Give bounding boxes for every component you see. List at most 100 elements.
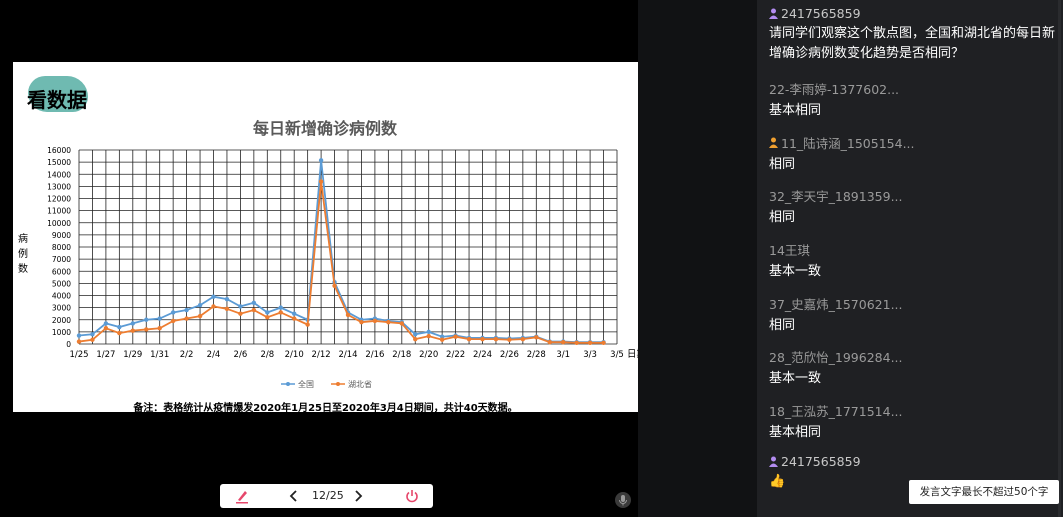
chat-sender: 37_史嘉炜_1570621... — [769, 294, 1059, 313]
legend-label: 湖北省 — [348, 379, 372, 389]
data-point — [507, 337, 512, 342]
data-point — [265, 315, 270, 320]
y-axis-label: 数 — [18, 262, 28, 275]
data-point — [332, 283, 337, 288]
data-point — [292, 316, 297, 321]
data-point — [466, 336, 472, 342]
chat-text: 相同 — [769, 157, 796, 172]
chat-message: 2417565859 请同学们观察这个散点图，全国和湖北省的每日新增确诊病例数变化… — [769, 6, 1059, 64]
y-axis-label: 例 — [18, 247, 28, 260]
data-point — [426, 333, 431, 339]
y-tick-label: 11000 — [47, 207, 71, 216]
chat-message: 14王琪基本一致 — [769, 240, 1059, 282]
x-tick-label: 1/29 — [123, 350, 142, 360]
data-point — [117, 324, 122, 330]
y-tick-label: 2000 — [52, 316, 71, 325]
chat-message: 37_史嘉炜_1570621... 相同 — [769, 294, 1059, 336]
data-point — [157, 326, 162, 331]
data-point — [265, 310, 270, 315]
chat-message: 11_陆诗涵_1505154... 相同 — [769, 133, 1059, 175]
data-point — [372, 318, 378, 324]
y-axis-label: 病 — [18, 232, 28, 245]
x-tick-label: 3/3 — [583, 350, 597, 360]
data-point — [76, 339, 82, 344]
data-point — [547, 339, 552, 345]
data-point — [386, 319, 391, 325]
chat-sender: 14王琪 — [769, 240, 1059, 259]
data-point — [251, 300, 257, 305]
y-tick-label: 4000 — [52, 292, 71, 301]
chat-sender: 22-李雨婷-1377602... — [769, 79, 1059, 98]
chevron-right-icon — [355, 490, 363, 502]
chat-sender-name: 28_范欣怡_1996284... — [769, 350, 903, 365]
x-tick-label: 2/26 — [500, 350, 519, 360]
chat-sender: 28_范欣怡_1996284... — [769, 347, 1059, 366]
y-tick-label: 10000 — [47, 219, 71, 228]
x-tick-label: 1/31 — [150, 350, 169, 360]
data-point — [144, 327, 149, 332]
data-point — [413, 336, 418, 342]
x-tick-label: 2/28 — [527, 350, 546, 360]
chat-sender-name: 11_陆诗涵_1505154... — [781, 136, 915, 151]
data-point — [103, 321, 109, 326]
chat-sender-name: 2417565859 — [781, 454, 861, 469]
chat-sender: 2417565859 — [769, 454, 1059, 469]
y-tick-label: 5000 — [52, 279, 71, 288]
x-tick-label: 2/12 — [312, 350, 331, 360]
x-tick-label: 2/6 — [234, 350, 248, 360]
data-point — [574, 340, 579, 345]
data-point — [278, 305, 283, 310]
data-point — [561, 339, 566, 345]
teacher-user-icon — [769, 8, 778, 19]
slide-toolbar: 12/25 — [220, 484, 433, 508]
chat-text: 相同 — [769, 318, 796, 333]
y-tick-label: 0 — [66, 340, 71, 349]
chat-sender-name: 18_王泓苏_1771514... — [769, 404, 903, 419]
data-point — [170, 310, 176, 315]
chat-sender-name: 37_史嘉炜_1570621... — [769, 297, 903, 312]
data-point — [520, 336, 526, 342]
prev-page-button[interactable] — [284, 484, 304, 508]
chat-sender: 18_王泓苏_1771514... — [769, 401, 1059, 420]
y-tick-label: 8000 — [52, 243, 71, 252]
chat-text: 请同学们观察这个散点图，全国和湖北省的每日新增确诊病例数变化趋势是否相同？ — [769, 26, 1056, 61]
data-point — [238, 311, 243, 316]
data-point — [534, 335, 539, 340]
data-point — [130, 328, 135, 333]
slide-note: 备注：表格统计从疫情爆发2020年1月25日至2020年3月4日期间，共计40天… — [133, 403, 518, 412]
data-point — [305, 322, 310, 327]
y-tick-label: 13000 — [47, 182, 71, 191]
end-presentation-button[interactable] — [400, 484, 424, 508]
data-point — [76, 333, 82, 338]
data-point — [413, 332, 418, 337]
chat-sender-name: 32_李天宇_1891359... — [769, 189, 903, 204]
microphone-button[interactable] — [615, 492, 631, 508]
x-tick-label: 2/2 — [180, 350, 194, 360]
data-point — [453, 334, 458, 339]
x-tick-label: 1/25 — [69, 350, 88, 360]
line-chart: 每日新增确诊病例数 0 1000 2000 3000 4000 5000 6000 7000 80… — [18, 119, 638, 389]
data-point — [184, 307, 189, 313]
presentation-slide: 看数据 每日新增确诊病例数 0 1000 2000 3000 4000 5000 6000 70… — [13, 62, 638, 412]
chat-text: 基本一致 — [769, 264, 822, 279]
chat-text: 相同 — [769, 210, 796, 225]
data-point — [170, 318, 176, 324]
x-tick-label: 2/22 — [446, 350, 465, 360]
data-point — [224, 306, 230, 312]
data-point — [601, 340, 606, 345]
data-point — [197, 313, 203, 319]
data-point — [426, 329, 431, 335]
x-tick-label: 2/18 — [392, 350, 411, 360]
divider-area — [638, 0, 757, 517]
data-point — [117, 330, 122, 336]
legend-marker — [336, 382, 340, 386]
chat-panel[interactable]: 2417565859 请同学们观察这个散点图，全国和湖北省的每日新增确诊病例数变化… — [757, 0, 1063, 517]
x-tick-label: 2/14 — [338, 350, 357, 360]
pen-tool-button[interactable] — [230, 484, 254, 508]
data-point — [399, 321, 404, 326]
next-page-button[interactable] — [348, 484, 368, 508]
data-point — [318, 158, 324, 163]
data-point — [480, 336, 485, 342]
chat-message: 32_李天宇_1891359... 相同 — [769, 186, 1059, 228]
x-tick-label: 3/5 — [610, 350, 624, 360]
